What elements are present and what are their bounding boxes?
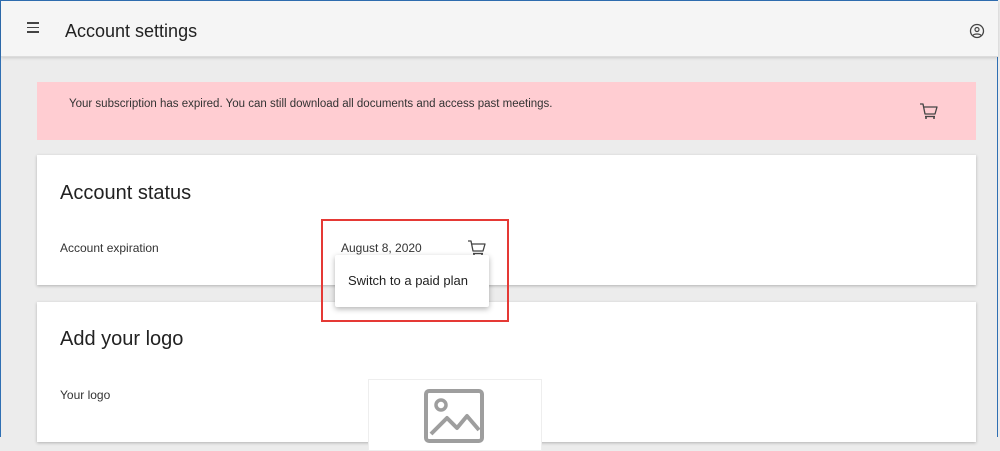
switch-plan-tooltip[interactable]: Switch to a paid plan: [335, 255, 489, 307]
account-circle-icon[interactable]: [969, 23, 985, 39]
account-status-title: Account status: [60, 182, 192, 204]
page-title: Account settings: [65, 21, 198, 41]
banner-message: Your subscription has expired. You can s…: [69, 98, 553, 110]
add-logo-card: Add your logo Your logo: [37, 302, 976, 451]
your-logo-label: Your logo: [60, 388, 111, 402]
account-expiration-value: August 8, 2020: [341, 241, 422, 255]
account-status-card: Account status Account expiration August…: [37, 155, 976, 285]
app-bar: Account settings: [1, 1, 998, 57]
cart-icon[interactable]: [919, 102, 939, 120]
subscription-expired-banner: Your subscription has expired. You can s…: [37, 82, 976, 140]
menu-icon[interactable]: [27, 19, 41, 39]
account-expiration-label: Account expiration: [60, 241, 159, 255]
image-icon: [424, 389, 484, 443]
add-logo-title: Add your logo: [60, 328, 184, 350]
logo-upload-area[interactable]: [368, 379, 542, 451]
tooltip-text: Switch to a paid plan: [348, 273, 468, 288]
